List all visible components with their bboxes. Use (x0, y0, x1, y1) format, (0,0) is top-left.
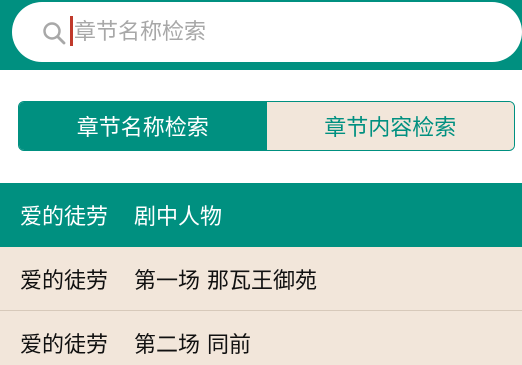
chapter-title: 剧中人物 (134, 205, 223, 230)
list-item[interactable]: 爱的徒劳 第一场 那瓦王御苑 (0, 247, 522, 311)
search-icon (42, 21, 66, 45)
book-title: 爱的徒劳 (20, 332, 109, 358)
search-input[interactable] (74, 14, 504, 50)
list-header-row[interactable]: 爱的徒劳 剧中人物 (0, 183, 522, 247)
chapter-title: 第一场 那瓦王御苑 (134, 268, 318, 294)
tab-chapter-name-search[interactable]: 章节名称检索 (19, 102, 267, 150)
app-root: 章节名称检索 章节内容检索 爱的徒劳 剧中人物 爱的徒劳 第一场 那瓦王御苑 爱… (0, 0, 522, 365)
text-caret (70, 16, 73, 46)
search-mode-segment: 章节名称检索 章节内容检索 (18, 101, 515, 151)
book-title: 爱的徒劳 (20, 205, 109, 230)
search-bar (0, 0, 522, 70)
tab-label: 章节内容检索 (324, 116, 457, 141)
tab-label: 章节名称检索 (76, 116, 209, 141)
chapter-list: 爱的徒劳 剧中人物 爱的徒劳 第一场 那瓦王御苑 爱的徒劳 第二场 同前 (0, 183, 522, 365)
list-item[interactable]: 爱的徒劳 第二场 同前 (0, 311, 522, 365)
search-box[interactable] (12, 2, 522, 62)
chapter-title: 第二场 同前 (134, 332, 252, 358)
book-title: 爱的徒劳 (20, 268, 109, 294)
tab-chapter-content-search[interactable]: 章节内容检索 (266, 102, 514, 150)
